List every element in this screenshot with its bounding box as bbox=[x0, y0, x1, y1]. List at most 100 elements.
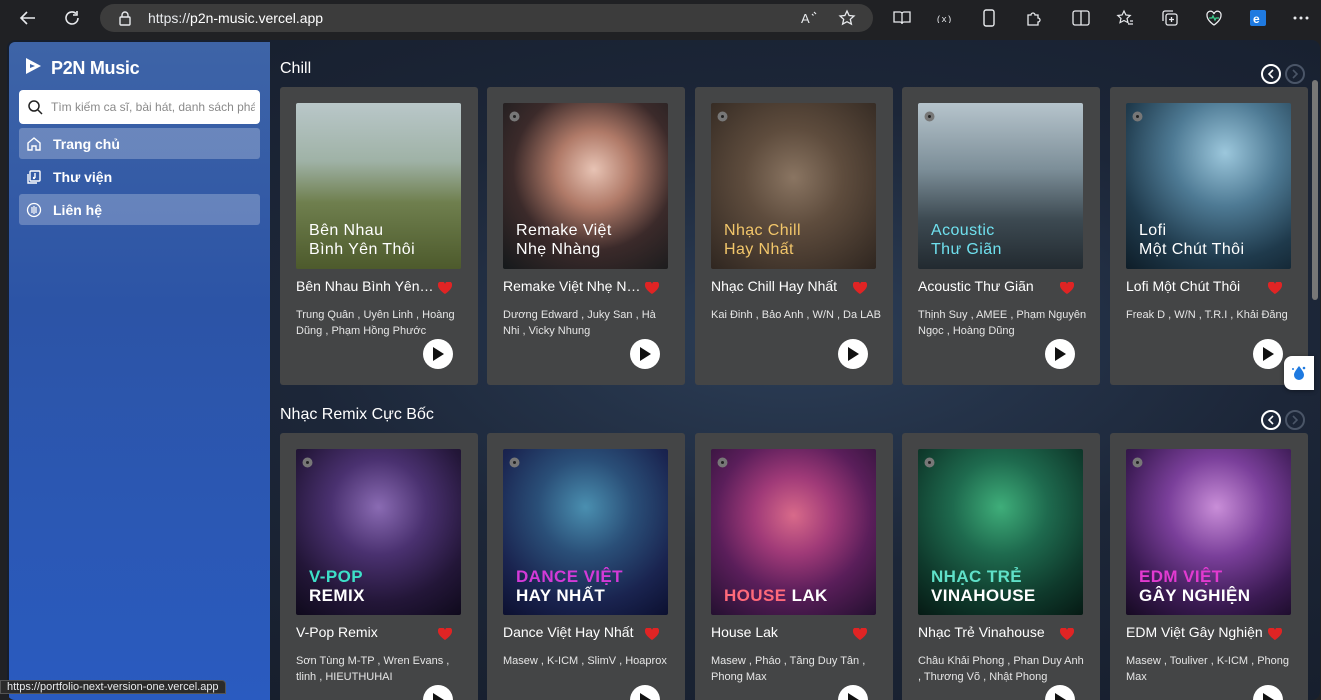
status-bar-url: https://portfolio-next-version-one.verce… bbox=[0, 680, 226, 694]
edge-icon[interactable]: e bbox=[1248, 8, 1268, 28]
card-artists: Châu Khải Phong , Phan Duy Anh , Thương … bbox=[918, 655, 1084, 683]
playlist-card[interactable]: Acoustic Thư Giãn Acoustic Thư Giãn Thịnh… bbox=[902, 87, 1100, 385]
sidebar-item-library[interactable]: Thư viện bbox=[19, 161, 260, 192]
section-arrows bbox=[1261, 410, 1305, 430]
play-button[interactable] bbox=[1045, 339, 1075, 369]
cover-text: EDM VIỆT GÂY NGHIỆN bbox=[1139, 567, 1250, 605]
play-button[interactable] bbox=[1045, 685, 1075, 700]
heart-icon[interactable] bbox=[1267, 281, 1283, 299]
browser-toolbar: https://p2n-music.vercel.app A (x) e bbox=[0, 0, 1321, 36]
disc-icon bbox=[509, 109, 520, 122]
puzzle-icon[interactable] bbox=[1024, 8, 1044, 28]
card-title[interactable]: Acoustic Thư Giãn bbox=[918, 278, 1056, 294]
heart-icon[interactable] bbox=[644, 627, 660, 645]
collections-icon[interactable] bbox=[1160, 8, 1180, 28]
play-button[interactable] bbox=[423, 339, 453, 369]
section-title-remix: Nhạc Remix Cực Bốc bbox=[280, 406, 434, 423]
play-button[interactable] bbox=[1253, 339, 1283, 369]
card-title[interactable]: Bên Nhau Bình Yên Thôi bbox=[296, 278, 434, 294]
playlist-card[interactable]: EDM VIỆT GÂY NGHIỆN EDM Việt Gây Nghiện M… bbox=[1110, 433, 1308, 700]
heart-icon[interactable] bbox=[644, 281, 660, 299]
sidebar-item-home[interactable]: Trang chủ bbox=[19, 128, 260, 159]
search-icon bbox=[27, 99, 43, 120]
svg-text:(x): (x) bbox=[936, 15, 952, 23]
search-input[interactable] bbox=[51, 90, 255, 124]
play-button[interactable] bbox=[423, 685, 453, 700]
playlist-card[interactable]: Bên Nhau Bình Yên Thôi Bên Nhau Bình Yên … bbox=[280, 87, 478, 385]
heart-icon[interactable] bbox=[1267, 627, 1283, 645]
read-aloud-icon[interactable]: A bbox=[800, 9, 818, 32]
playlist-card[interactable]: Lofi Một Chút Thôi Lofi Một Chút Thôi Fre… bbox=[1110, 87, 1308, 385]
cover-line: Một Chút Thôi bbox=[1139, 241, 1245, 258]
playlist-cover: V-POP REMIX bbox=[296, 449, 461, 615]
favorites-icon[interactable] bbox=[1115, 8, 1135, 28]
page-scrollbar[interactable] bbox=[1312, 80, 1318, 300]
card-title[interactable]: EDM Việt Gây Nghiện bbox=[1126, 624, 1264, 640]
sidebar-item-contact[interactable]: Liên hệ bbox=[19, 194, 260, 225]
extension-icon[interactable]: (x) bbox=[934, 8, 954, 28]
url-host: p2n-music.vercel.app bbox=[190, 10, 324, 26]
prev-arrow-button[interactable] bbox=[1261, 410, 1281, 430]
card-artists: Sơn Tùng M-TP , Wren Evans , tlinh , HIE… bbox=[296, 655, 450, 683]
heart-icon[interactable] bbox=[437, 281, 453, 299]
cover-line: NHẠC TRẺ bbox=[931, 567, 1023, 586]
card-title[interactable]: V-Pop Remix bbox=[296, 624, 434, 640]
card-title[interactable]: Nhạc Chill Hay Nhất bbox=[711, 278, 849, 294]
cover-text: Bên Nhau Bình Yên Thôi bbox=[309, 221, 415, 259]
card-title[interactable]: Nhạc Trẻ Vinahouse bbox=[918, 624, 1056, 640]
lock-icon bbox=[118, 10, 132, 31]
playlist-card[interactable]: Remake Việt Nhẹ Nhàng Remake Việt Nhẹ Nhà… bbox=[487, 87, 685, 385]
cover-line: Acoustic bbox=[931, 222, 995, 239]
reading-view-icon[interactable] bbox=[892, 8, 912, 28]
prev-arrow-button[interactable] bbox=[1261, 64, 1281, 84]
cover-line: GÂY NGHIỆN bbox=[1139, 586, 1251, 605]
more-menu-icon[interactable] bbox=[1291, 8, 1311, 28]
playlist-cover: Remake Việt Nhẹ Nhàng bbox=[503, 103, 668, 269]
playlist-card[interactable]: HOUSE LAK House Lak Masew , Pháo , Tăng … bbox=[695, 433, 893, 700]
sidebar-item-label: Trang chủ bbox=[53, 135, 120, 152]
playlist-cover: NHẠC TRẺ VINAHOUSE bbox=[918, 449, 1083, 615]
disc-icon bbox=[924, 109, 935, 122]
card-title[interactable]: Dance Việt Hay Nhất bbox=[503, 624, 641, 640]
disc-icon bbox=[924, 455, 935, 468]
split-screen-icon[interactable] bbox=[1071, 8, 1091, 28]
heart-icon[interactable] bbox=[1059, 627, 1075, 645]
playlist-cover: Bên Nhau Bình Yên Thôi bbox=[296, 103, 461, 269]
cover-text: NHẠC TRẺ VINAHOUSE bbox=[931, 567, 1036, 605]
cover-line: LAK bbox=[791, 586, 828, 605]
search-box[interactable] bbox=[19, 90, 260, 124]
back-icon[interactable] bbox=[15, 5, 41, 31]
next-arrow-button[interactable] bbox=[1285, 410, 1305, 430]
cover-line: EDM VIỆT bbox=[1139, 567, 1223, 586]
playlist-card[interactable]: V-POP REMIX V-Pop Remix Sơn Tùng M-TP , W… bbox=[280, 433, 478, 700]
heart-icon[interactable] bbox=[852, 627, 868, 645]
browser-essentials-icon[interactable] bbox=[1204, 8, 1224, 28]
cover-text: Remake Việt Nhẹ Nhàng bbox=[516, 221, 612, 259]
play-button[interactable] bbox=[838, 339, 868, 369]
disc-icon bbox=[1132, 455, 1143, 468]
play-button[interactable] bbox=[838, 685, 868, 700]
play-button[interactable] bbox=[630, 339, 660, 369]
playlist-card[interactable]: DANCE VIỆT HAY NHẤT Dance Việt Hay Nhất M… bbox=[487, 433, 685, 700]
play-button[interactable] bbox=[630, 685, 660, 700]
card-title[interactable]: House Lak bbox=[711, 624, 849, 640]
card-title[interactable]: Remake Việt Nhẹ Nhàng bbox=[503, 278, 641, 294]
heart-icon[interactable] bbox=[852, 281, 868, 299]
cover-line: Hay Nhất bbox=[724, 241, 794, 258]
heart-icon[interactable] bbox=[437, 627, 453, 645]
playlist-card[interactable]: Nhạc Chill Hay Nhất Nhạc Chill Hay Nhất K… bbox=[695, 87, 893, 385]
favorite-star-icon[interactable] bbox=[838, 9, 856, 32]
playlist-card[interactable]: NHẠC TRẺ VINAHOUSE Nhạc Trẻ Vinahouse Châ… bbox=[902, 433, 1100, 700]
phone-icon[interactable] bbox=[979, 8, 999, 28]
card-title[interactable]: Lofi Một Chút Thôi bbox=[1126, 278, 1264, 294]
card-artists: Kai Đinh , Bảo Anh , W/N , Da LAB bbox=[711, 309, 881, 321]
next-arrow-button[interactable] bbox=[1285, 64, 1305, 84]
cover-line: Nhạc Chill bbox=[724, 222, 801, 239]
reload-icon[interactable] bbox=[59, 5, 85, 31]
play-button[interactable] bbox=[1253, 685, 1283, 700]
app-logo[interactable]: P2N Music bbox=[23, 56, 140, 81]
disc-icon bbox=[509, 455, 520, 468]
address-bar[interactable]: https://p2n-music.vercel.app A bbox=[100, 4, 873, 32]
heart-icon[interactable] bbox=[1059, 281, 1075, 299]
water-drop-widget-button[interactable] bbox=[1284, 356, 1314, 390]
